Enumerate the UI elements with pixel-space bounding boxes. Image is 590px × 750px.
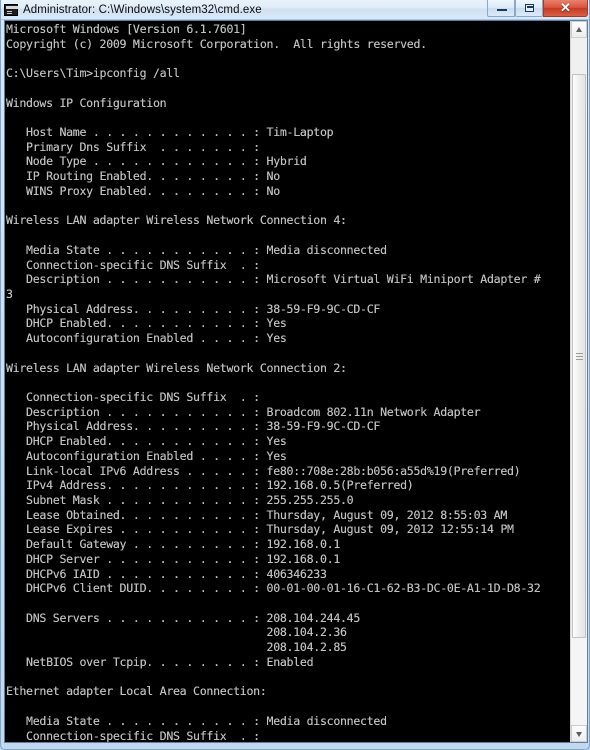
console-line: IP Routing Enabled. . . . . . . . : No — [6, 169, 280, 184]
vertical-scrollbar[interactable] — [570, 21, 587, 742]
console-line: IPv4 Address. . . . . . . . . . . : 192.… — [6, 478, 414, 493]
console-line: Default Gateway . . . . . . . . . : 192.… — [6, 537, 341, 552]
title-bar[interactable]: Administrator: C:\Windows\system32\cmd.e… — [1, 0, 589, 20]
console-window: Administrator: C:\Windows\system32\cmd.e… — [0, 0, 590, 750]
console-line: Connection-specific DNS Suffix . : — [6, 257, 260, 272]
console-line: Primary Dns Suffix . . . . . . . : — [6, 139, 260, 154]
console-line: Media State . . . . . . . . . . . : Medi… — [6, 242, 387, 257]
console-line: Wireless LAN adapter Wireless Network Co… — [6, 213, 347, 228]
console-line: Autoconfiguration Enabled . . . . : Yes — [6, 448, 287, 463]
close-button[interactable]: ✕ — [543, 0, 588, 17]
restore-icon — [525, 4, 534, 12]
console-line: Host Name . . . . . . . . . . . . : Tim-… — [6, 125, 334, 140]
console-line: C:\Users\Tim>ipconfig /all — [6, 66, 180, 81]
console-line: Wireless LAN adapter Wireless Network Co… — [6, 360, 347, 375]
console-line: Connection-specific DNS Suffix . : — [6, 389, 260, 404]
console-line: Node Type . . . . . . . . . . . . : Hybr… — [6, 154, 307, 169]
console-line: Connection-specific DNS Suffix . : — [6, 728, 260, 743]
console-line: DNS Servers . . . . . . . . . . . : 208.… — [6, 610, 361, 625]
console-line: Lease Obtained. . . . . . . . . . : Thur… — [6, 507, 508, 522]
console-line: 208.104.2.85 — [6, 640, 347, 655]
scrollbar-grip-icon — [576, 352, 583, 360]
console-line: Description . . . . . . . . . . . : Broa… — [6, 404, 481, 419]
console-line: DHCPv6 IAID . . . . . . . . . . . : 4063… — [6, 566, 327, 581]
scrollbar-track[interactable] — [571, 637, 587, 725]
console-line: DHCP Enabled. . . . . . . . . . . : Yes — [6, 316, 287, 331]
cmd-console-icon — [4, 3, 18, 16]
console-line: Physical Address. . . . . . . . . : 38-5… — [6, 301, 381, 316]
console-line: Ethernet adapter Local Area Connection: — [6, 684, 267, 699]
console-line: Link-local IPv6 Address . . . . . : fe80… — [6, 463, 521, 478]
console-line: Copyright (c) 2009 Microsoft Corporation… — [6, 36, 427, 51]
window-controls: ✕ — [487, 0, 588, 17]
console-line: Subnet Mask . . . . . . . . . . . : 255.… — [6, 493, 354, 507]
console-line: DHCP Enabled. . . . . . . . . . . : Yes — [6, 434, 287, 449]
console-line: DHCPv6 Client DUID. . . . . . . . : 00-0… — [6, 581, 541, 596]
scrollbar-thumb[interactable] — [572, 73, 586, 638]
console-line: Description . . . . . . . . . . . : Micr… — [6, 272, 541, 287]
minimize-button[interactable] — [487, 0, 515, 17]
console-line: DHCP Server . . . . . . . . . . . : 192.… — [6, 551, 341, 566]
console-output[interactable]: Microsoft Windows [Version 6.1.7601] Copy… — [5, 21, 570, 742]
console-line: 3 — [6, 286, 13, 301]
console-line: Windows IP Configuration — [6, 95, 167, 110]
console-line: Lease Expires . . . . . . . . . . : Thur… — [6, 522, 514, 537]
scroll-down-arrow-icon[interactable] — [571, 725, 587, 742]
console-line: NetBIOS over Tcpip. . . . . . . . : Enab… — [6, 654, 314, 669]
console-line: Microsoft Windows [Version 6.1.7601] — [6, 22, 247, 36]
window-title: Administrator: C:\Windows\system32\cmd.e… — [23, 3, 262, 16]
console-client-area: Microsoft Windows [Version 6.1.7601] Copy… — [4, 20, 588, 743]
console-line: Autoconfiguration Enabled . . . . : Yes — [6, 331, 287, 346]
restore-button[interactable] — [515, 0, 543, 17]
minimize-icon — [497, 9, 507, 11]
console-line: Physical Address. . . . . . . . . : 38-5… — [6, 419, 381, 434]
console-line: 208.104.2.36 — [6, 625, 347, 640]
console-line: WINS Proxy Enabled. . . . . . . . : No — [6, 183, 280, 198]
close-icon: ✕ — [560, 0, 571, 15]
console-line: Media State . . . . . . . . . . . : Medi… — [6, 713, 387, 728]
scroll-up-arrow-icon[interactable] — [571, 21, 587, 38]
